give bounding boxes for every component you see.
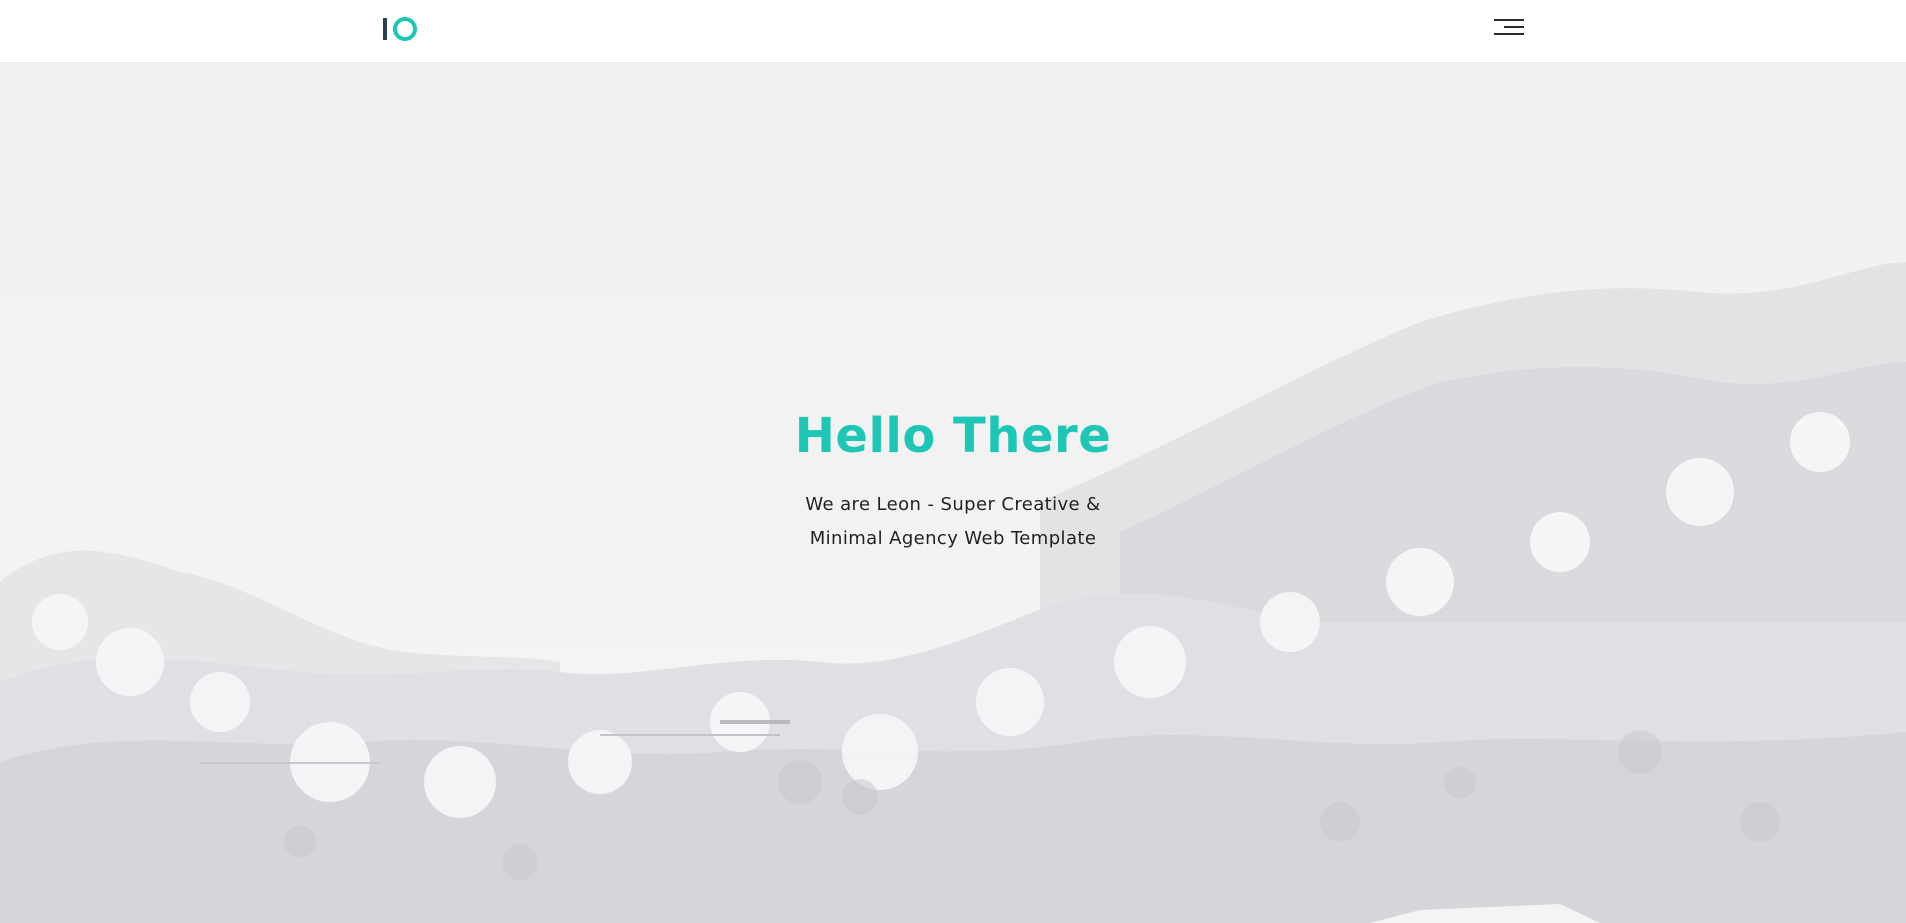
hamburger-menu-icon[interactable] (1490, 16, 1524, 40)
menu-line (1504, 26, 1524, 28)
hero-content: Hello There We are Leon - Super Creative… (0, 408, 1906, 556)
hero-section: Hello There We are Leon - Super Creative… (0, 62, 1906, 923)
menu-line (1494, 33, 1524, 35)
top-navbar (0, 0, 1906, 63)
menu-line (1494, 19, 1524, 21)
hero-subtitle: We are Leon - Super Creative & Minimal A… (805, 493, 1101, 549)
logo-bar-mark (383, 18, 387, 40)
hero-title: Hello There (794, 408, 1112, 464)
site-logo[interactable] (383, 17, 417, 41)
logo-ring-mark (393, 17, 417, 41)
